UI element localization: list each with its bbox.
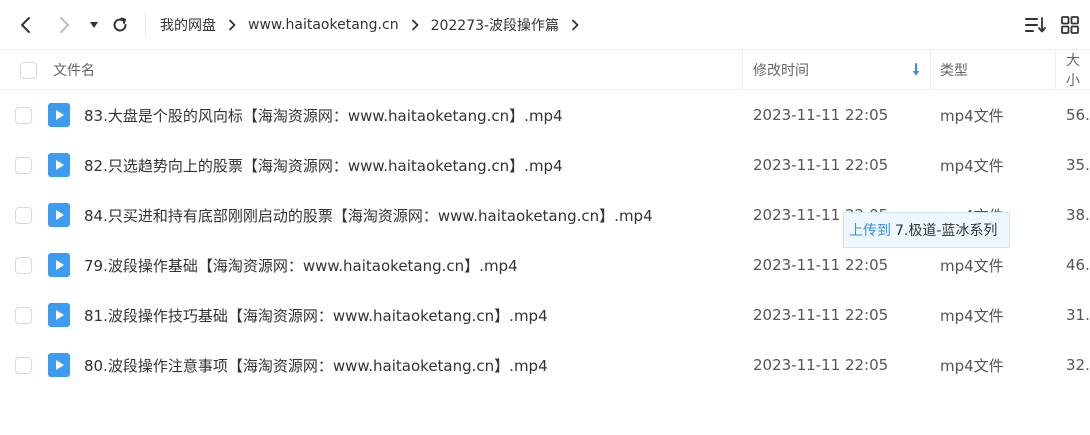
table-row[interactable]: 81.波段操作技巧基础【海淘资源网：www.haitaoketang.cn】.m… xyxy=(0,290,1090,340)
row-checkbox[interactable] xyxy=(15,90,32,140)
breadcrumb-separator-icon xyxy=(228,19,236,31)
column-divider xyxy=(1055,50,1056,90)
header-modified-time[interactable]: 修改时间 xyxy=(753,50,809,90)
tooltip-prefix: 上传到 xyxy=(849,223,891,239)
row-checkbox[interactable] xyxy=(15,290,32,340)
breadcrumb: 我的网盘 www.haitaoketang.cn 202273-波段操作篇 xyxy=(160,0,591,50)
select-all-checkbox[interactable] xyxy=(20,50,37,90)
file-name[interactable]: 83.大盘是个股的风向标【海淘资源网：www.haitaoketang.cn】.… xyxy=(84,90,563,140)
file-type: mp4文件 xyxy=(940,156,1004,175)
chevron-right-icon xyxy=(60,17,69,33)
refresh-icon xyxy=(113,17,127,32)
refresh-button[interactable] xyxy=(108,13,132,37)
row-checkbox[interactable] xyxy=(15,340,32,390)
header-filename[interactable]: 文件名 xyxy=(53,50,95,90)
breadcrumb-separator-icon xyxy=(571,19,579,31)
file-size: 46.3 xyxy=(1066,256,1090,274)
file-modified: 2023-11-11 22:05 xyxy=(753,306,889,324)
file-size: 56.2 xyxy=(1066,106,1090,124)
row-checkbox[interactable] xyxy=(15,140,32,190)
column-divider xyxy=(742,50,743,90)
tooltip-target: 7.极道-蓝冰系列 xyxy=(895,223,998,239)
upload-destination-tooltip: 上传到 7.极道-蓝冰系列 xyxy=(843,212,1011,248)
grid-view-button[interactable] xyxy=(1058,13,1082,37)
file-name[interactable]: 82.只选趋势向上的股票【海淘资源网：www.haitaoketang.cn】.… xyxy=(84,140,563,190)
header-type[interactable]: 类型 xyxy=(940,50,968,90)
sort-list-icon xyxy=(1025,17,1046,33)
file-modified: 2023-11-11 22:05 xyxy=(753,356,889,374)
file-name[interactable]: 81.波段操作技巧基础【海淘资源网：www.haitaoketang.cn】.m… xyxy=(84,290,548,340)
file-size: 35.1 xyxy=(1066,156,1090,174)
video-file-icon xyxy=(48,290,70,340)
breadcrumb-separator-icon xyxy=(411,19,419,31)
grid-view-icon xyxy=(1061,16,1079,34)
sort-desc-icon[interactable] xyxy=(911,50,921,90)
table-header: 文件名 修改时间 类型 大小 xyxy=(0,50,1090,90)
file-modified: 2023-11-11 22:05 xyxy=(753,156,889,174)
video-file-icon xyxy=(48,340,70,390)
breadcrumb-item-current[interactable]: 202273-波段操作篇 xyxy=(431,15,560,35)
toolbar: 我的网盘 www.haitaoketang.cn 202273-波段操作篇 xyxy=(0,0,1090,50)
file-type: mp4文件 xyxy=(940,106,1004,125)
table-row[interactable]: 82.只选趋势向上的股票【海淘资源网：www.haitaoketang.cn】.… xyxy=(0,140,1090,190)
file-modified: 2023-11-11 22:05 xyxy=(753,106,889,124)
header-size[interactable]: 大小 xyxy=(1066,50,1090,90)
file-name[interactable]: 84.只买进和持有底部刚刚启动的股票【海淘资源网：www.haitaoketan… xyxy=(84,190,653,240)
breadcrumb-item-root[interactable]: 我的网盘 xyxy=(160,15,216,35)
chevron-left-icon xyxy=(21,17,30,33)
file-size: 38.7 xyxy=(1066,206,1090,224)
row-checkbox[interactable] xyxy=(15,190,32,240)
video-file-icon xyxy=(48,140,70,190)
file-type: mp4文件 xyxy=(940,356,1004,375)
history-dropdown-button[interactable] xyxy=(82,13,106,37)
column-divider xyxy=(930,50,931,90)
row-checkbox[interactable] xyxy=(15,240,32,290)
file-size: 32.6 xyxy=(1066,356,1090,374)
table-row[interactable]: 80.波段操作注意事项【海淘资源网：www.haitaoketang.cn】.m… xyxy=(0,340,1090,390)
file-name[interactable]: 80.波段操作注意事项【海淘资源网：www.haitaoketang.cn】.m… xyxy=(84,340,548,390)
file-type: mp4文件 xyxy=(940,306,1004,325)
file-size: 31.9 xyxy=(1066,306,1090,324)
video-file-icon xyxy=(48,240,70,290)
forward-button[interactable] xyxy=(52,13,76,37)
file-name[interactable]: 79.波段操作基础【海淘资源网：www.haitaoketang.cn】.mp4 xyxy=(84,240,518,290)
toolbar-divider xyxy=(145,14,146,36)
sort-button[interactable] xyxy=(1024,13,1048,37)
breadcrumb-item-folder[interactable]: www.haitaoketang.cn xyxy=(248,17,399,33)
caret-down-icon xyxy=(90,22,98,28)
video-file-icon xyxy=(48,190,70,240)
video-file-icon xyxy=(48,90,70,140)
table-row[interactable]: 83.大盘是个股的风向标【海淘资源网：www.haitaoketang.cn】.… xyxy=(0,90,1090,140)
back-button[interactable] xyxy=(14,13,38,37)
